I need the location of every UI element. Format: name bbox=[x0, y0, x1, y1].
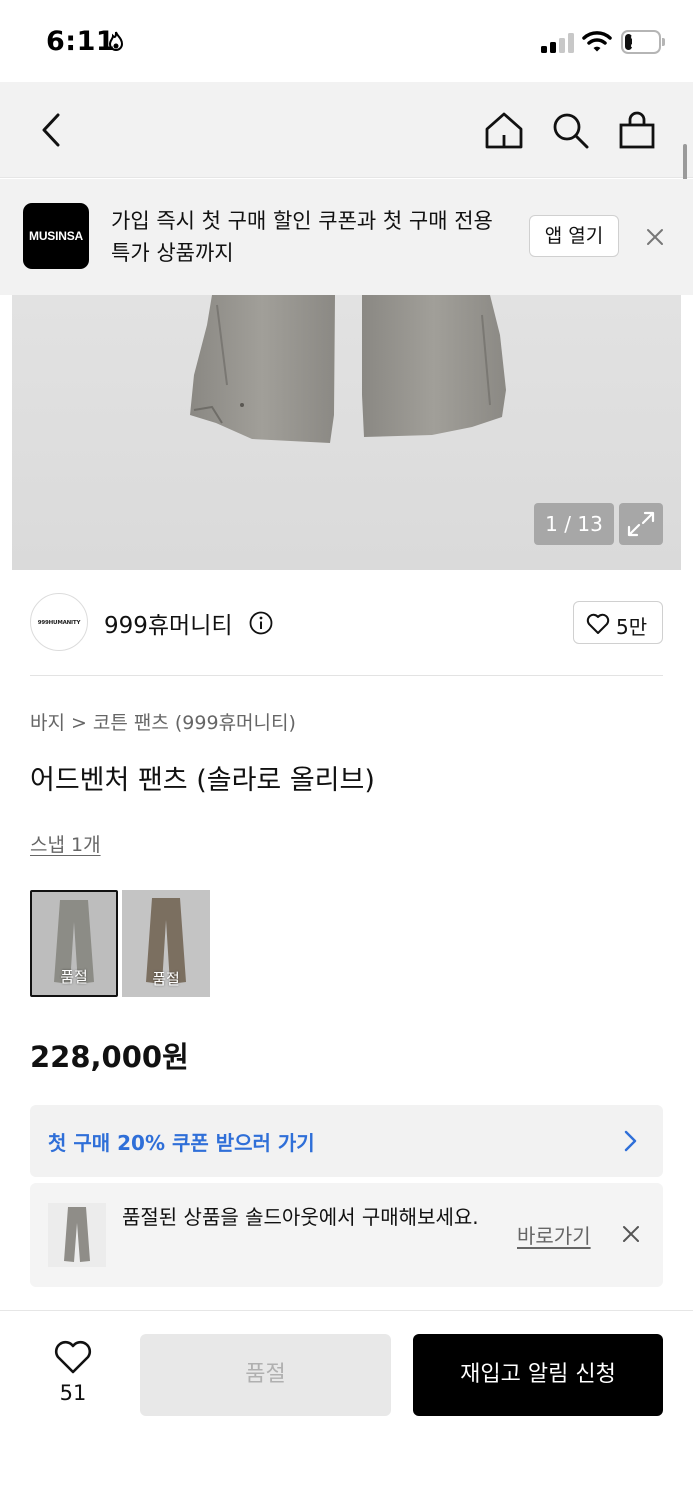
status-time: 6:11 bbox=[46, 26, 116, 57]
coupon-text: 첫 구매 20% 쿠폰 받으러 가기 bbox=[48, 1131, 315, 1155]
battery-cap bbox=[662, 38, 665, 46]
soldout-go-link[interactable]: 바로가기 bbox=[517, 1220, 591, 1249]
nav-header bbox=[0, 82, 693, 178]
restock-alert-button[interactable]: 재입고 알림 신청 bbox=[413, 1334, 663, 1416]
expand-icon bbox=[627, 511, 655, 537]
breadcrumb-subcategory[interactable]: 코튼 팬츠 (999휴머니티) bbox=[93, 712, 296, 734]
bottom-action-bar: 51 품절 재입고 알림 신청 bbox=[0, 1310, 693, 1500]
product-price: 228,000원 bbox=[30, 1040, 189, 1074]
brand-name[interactable]: 999휴머니티 bbox=[104, 606, 233, 640]
brand-like-count: 5만 bbox=[616, 615, 648, 639]
soldout-pants-image bbox=[64, 1207, 90, 1262]
product-image-gallery[interactable]: 1 / 13 bbox=[12, 295, 681, 570]
info-icon[interactable] bbox=[249, 611, 273, 635]
wish-count: 51 bbox=[59, 1381, 87, 1405]
battery-percent: 21 bbox=[629, 32, 653, 51]
status-bar: 6:11 21 bbox=[0, 0, 693, 82]
snap-link[interactable]: 스냅 1개 bbox=[30, 830, 101, 857]
breadcrumb-separator: > bbox=[70, 712, 87, 734]
shopping-bag-icon[interactable] bbox=[617, 110, 657, 150]
brand-avatar[interactable]: 999HUMANITY bbox=[30, 593, 88, 651]
soldout-notice: 품절된 상품을 솔드아웃에서 구매해보세요. 바로가기 bbox=[30, 1183, 663, 1287]
breadcrumb: 바지 > 코튼 팬츠 (999휴머니티) bbox=[30, 708, 296, 735]
expand-image-button[interactable] bbox=[619, 503, 663, 545]
open-app-button[interactable]: 앱 열기 bbox=[529, 215, 619, 257]
wifi-icon bbox=[582, 31, 612, 52]
cellular-signal-icon bbox=[541, 33, 574, 53]
option-soldout-label: 품절 bbox=[60, 968, 88, 986]
brand-like-button[interactable]: 5만 bbox=[573, 601, 663, 644]
chevron-right-icon bbox=[624, 1130, 637, 1152]
home-icon[interactable] bbox=[484, 110, 524, 150]
battery-indicator: 21 bbox=[621, 30, 665, 54]
musinsa-logo: MUSINSA bbox=[23, 203, 89, 269]
soldout-button: 품절 bbox=[140, 1334, 391, 1416]
heart-icon[interactable] bbox=[53, 1339, 93, 1375]
close-icon[interactable] bbox=[642, 224, 668, 250]
soldout-product-thumb bbox=[48, 1203, 106, 1267]
back-chevron-icon[interactable] bbox=[32, 110, 72, 150]
first-purchase-coupon-row[interactable]: 첫 구매 20% 쿠폰 받으러 가기 bbox=[30, 1105, 663, 1177]
color-option-thumb[interactable]: 품절 bbox=[30, 890, 118, 997]
breadcrumb-category[interactable]: 바지 bbox=[30, 712, 65, 734]
app-install-banner: MUSINSA 가입 즉시 첫 구매 할인 쿠폰과 첫 구매 전용 특가 상품까… bbox=[0, 179, 693, 295]
banner-message: 가입 즉시 첫 구매 할인 쿠폰과 첫 구매 전용 특가 상품까지 bbox=[111, 209, 493, 265]
heart-icon bbox=[586, 613, 610, 634]
color-option-thumb[interactable]: 품절 bbox=[122, 890, 210, 997]
flame-icon bbox=[108, 31, 124, 51]
soldout-notice-text: 품절된 상품을 솔드아웃에서 구매해보세요. bbox=[122, 1205, 479, 1229]
option-soldout-label: 품절 bbox=[152, 970, 180, 988]
image-pager: 1 / 13 bbox=[534, 503, 614, 545]
close-icon[interactable] bbox=[620, 1223, 642, 1245]
brand-row: 999HUMANITY 999휴머니티 5만 bbox=[30, 590, 663, 676]
product-title: 어드벤처 팬츠 (솔라로 올리브) bbox=[30, 765, 375, 796]
search-icon[interactable] bbox=[550, 110, 590, 150]
